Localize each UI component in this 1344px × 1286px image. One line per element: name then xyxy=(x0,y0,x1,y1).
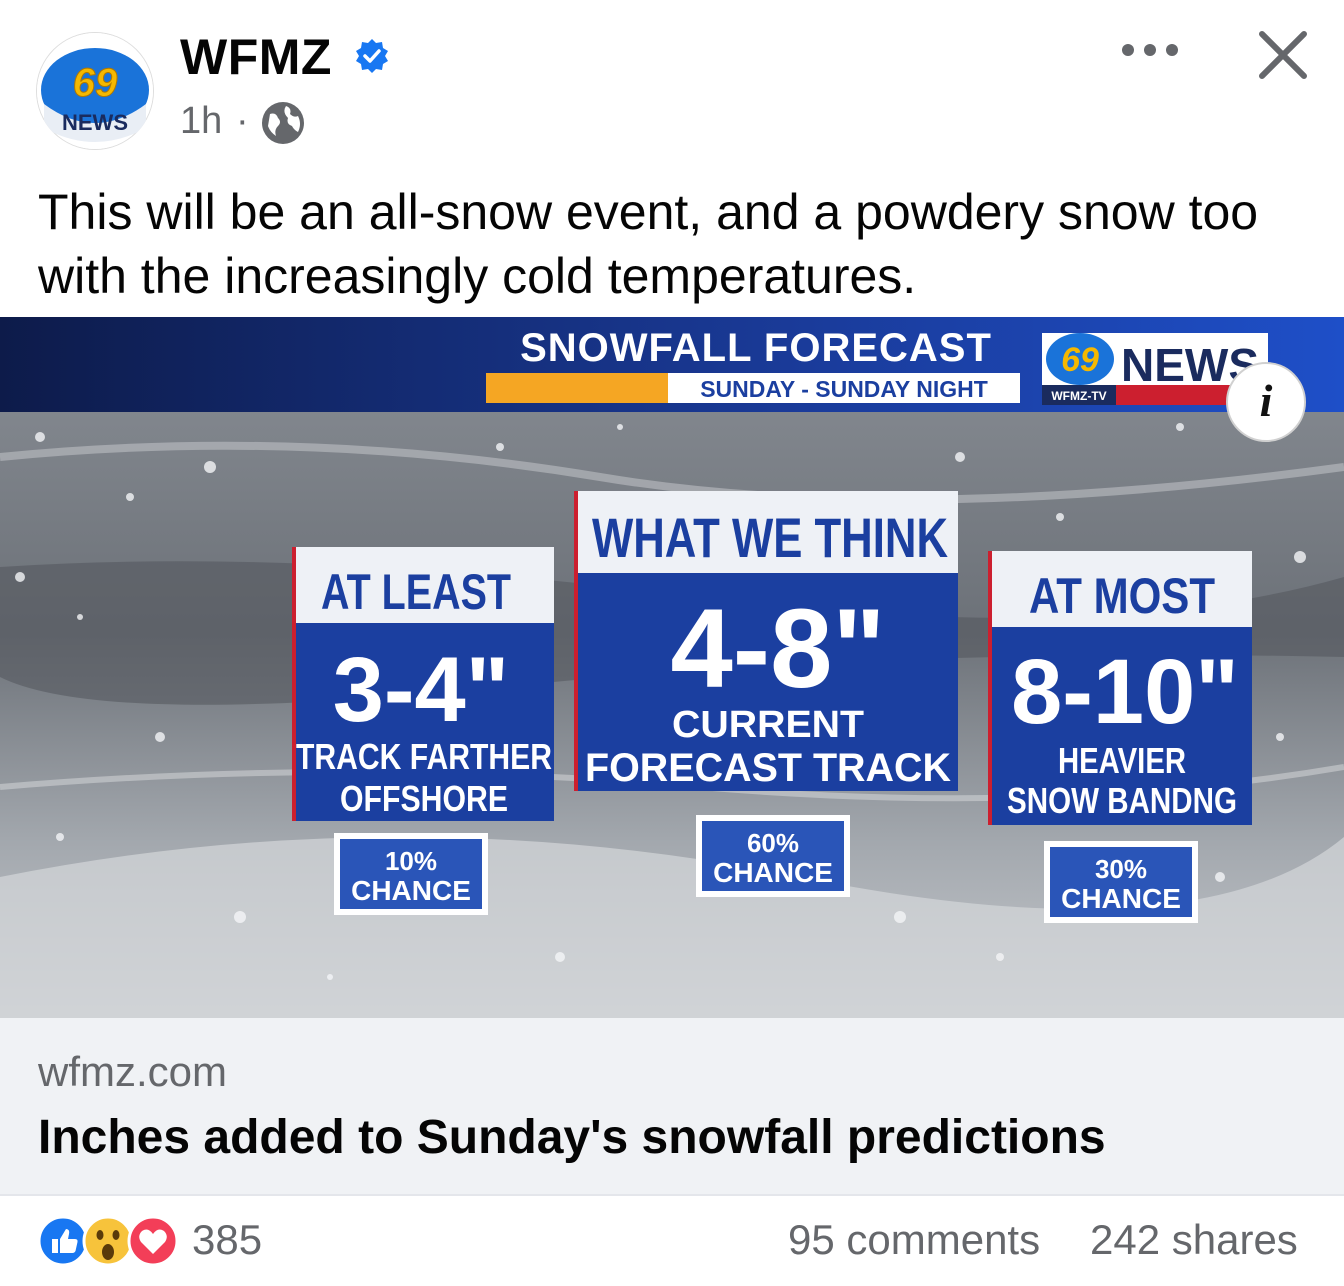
like-icon xyxy=(37,1215,89,1267)
post-image[interactable]: SNOWFALL FORECAST SUNDAY - SUNDAY NIGHT … xyxy=(0,317,1344,1018)
close-icon[interactable] xyxy=(1256,28,1310,82)
love-icon xyxy=(127,1215,179,1267)
svg-text:AT LEAST: AT LEAST xyxy=(321,564,511,620)
more-options-icon[interactable] xyxy=(1118,30,1182,70)
shares-count[interactable]: 242 shares xyxy=(1090,1216,1298,1264)
svg-text:69: 69 xyxy=(73,61,118,105)
svg-text:60%: 60% xyxy=(747,828,799,858)
chance-badge-10: 10% CHANCE xyxy=(334,833,488,915)
svg-text:TRACK FARTHER: TRACK FARTHER xyxy=(296,736,552,777)
wow-icon xyxy=(82,1215,134,1267)
forecast-box-at-least: AT LEAST 3-4" TRACK FARTHER OFFSHORE xyxy=(292,547,554,821)
graphic-title: SNOWFALL FORECAST xyxy=(520,326,992,370)
globe-icon xyxy=(262,102,304,144)
wfmz-logo: 69 NEWS xyxy=(37,33,153,149)
svg-text:SNOW BANDNG: SNOW BANDNG xyxy=(1007,780,1237,821)
graphic-subtitle: SUNDAY - SUNDAY NIGHT xyxy=(700,376,988,402)
svg-text:3-4": 3-4" xyxy=(333,639,510,741)
comments-count[interactable]: 95 comments xyxy=(788,1216,1040,1264)
post-timestamp[interactable]: 1h xyxy=(180,100,222,143)
svg-text:10%: 10% xyxy=(385,846,437,876)
forecast-box-what-we-think: WHAT WE THINK 4-8" CURRENT FORECAST TRAC… xyxy=(574,491,958,791)
svg-text:FORECAST TRACK: FORECAST TRACK xyxy=(585,746,951,790)
link-title[interactable]: Inches added to Sunday's snowfall predic… xyxy=(38,1110,1106,1165)
svg-text:4-8": 4-8" xyxy=(671,586,886,711)
verified-badge-icon xyxy=(356,39,388,73)
svg-text:CURRENT: CURRENT xyxy=(672,704,864,746)
header-orange-bar xyxy=(486,373,668,403)
chance-badge-30: 30% CHANCE xyxy=(1044,841,1198,923)
timestamp-separator: · xyxy=(236,100,249,142)
page-name[interactable]: WFMZ xyxy=(180,28,332,86)
svg-text:NEWS: NEWS xyxy=(62,110,128,135)
chance-badge-60: 60% CHANCE xyxy=(696,815,850,897)
svg-text:HEAVIER: HEAVIER xyxy=(1058,740,1186,781)
ad-info-button[interactable]: i xyxy=(1226,362,1306,442)
divider xyxy=(0,1194,1344,1196)
svg-text:30%: 30% xyxy=(1095,854,1147,884)
page-avatar[interactable]: 69 NEWS xyxy=(36,32,154,150)
svg-text:WHAT WE THINK: WHAT WE THINK xyxy=(592,506,948,569)
link-domain: wfmz.com xyxy=(38,1048,227,1095)
svg-text:OFFSHORE: OFFSHORE xyxy=(340,778,508,819)
svg-text:CHANCE: CHANCE xyxy=(351,875,471,906)
link-preview[interactable] xyxy=(0,1018,1344,1194)
svg-text:69: 69 xyxy=(1061,341,1099,379)
svg-text:CHANCE: CHANCE xyxy=(1061,883,1181,914)
svg-text:CHANCE: CHANCE xyxy=(713,857,833,888)
reaction-count[interactable]: 385 xyxy=(192,1216,262,1264)
snowfall-forecast-graphic: SNOWFALL FORECAST SUNDAY - SUNDAY NIGHT … xyxy=(0,317,1344,1018)
forecast-box-at-most: AT MOST 8-10" HEAVIER SNOW BANDNG xyxy=(988,551,1252,825)
reaction-icons[interactable] xyxy=(36,1214,186,1268)
svg-text:WFMZ-TV: WFMZ-TV xyxy=(1051,389,1106,403)
svg-text:AT MOST: AT MOST xyxy=(1029,568,1215,624)
post-text: This will be an all-snow event, and a po… xyxy=(38,184,1259,304)
svg-text:8-10": 8-10" xyxy=(1011,641,1239,743)
